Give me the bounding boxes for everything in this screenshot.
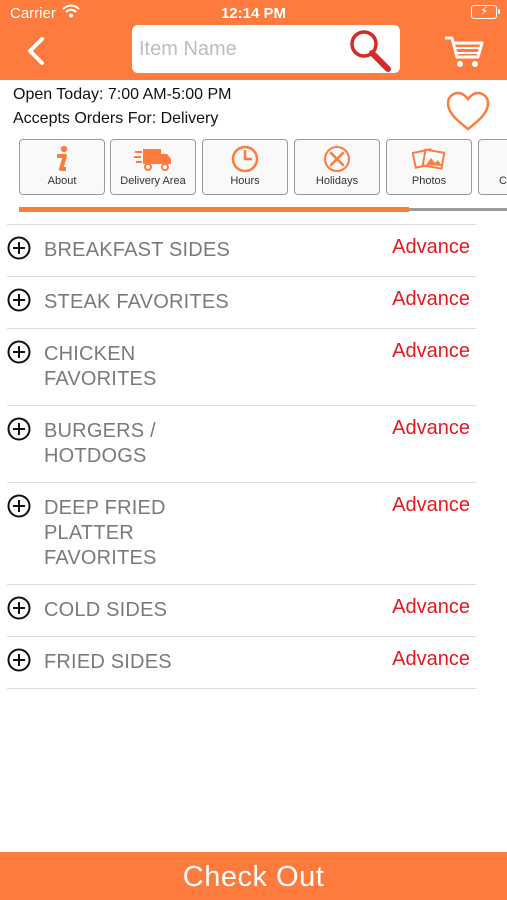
tab-label: Hours — [230, 175, 260, 187]
category-name: COLD SIDES — [44, 599, 168, 621]
list-item[interactable]: STEAK FAVORITES Advance — [7, 277, 476, 329]
expand-plus-icon[interactable] — [7, 288, 31, 312]
partial-tab-icon — [479, 145, 507, 173]
clock-icon — [231, 145, 259, 173]
favorite-heart-icon[interactable] — [445, 90, 491, 132]
advance-badge: Advance — [392, 417, 470, 439]
search-icon[interactable] — [344, 27, 394, 73]
clock-time: 12:14 PM — [220, 5, 287, 22]
tab-label: Photos — [411, 175, 447, 187]
cart-icon[interactable] — [444, 34, 484, 70]
checkout-button[interactable]: Check Out — [0, 852, 507, 900]
advance-badge: Advance — [392, 236, 470, 258]
list-item[interactable]: BREAKFAST SIDES Advance — [7, 225, 476, 277]
tab-delivery-area[interactable]: Delivery Area — [110, 139, 196, 195]
tab-holidays[interactable]: Holidays — [294, 139, 380, 195]
back-arrow-icon[interactable] — [22, 36, 52, 66]
tab-photos[interactable]: Photos — [386, 139, 472, 195]
order-types: Accepts Orders For: Delivery — [13, 110, 219, 127]
expand-plus-icon[interactable] — [7, 236, 31, 260]
info-icon — [57, 145, 68, 171]
delivery-truck-icon — [134, 149, 171, 171]
expand-plus-icon[interactable] — [7, 494, 31, 518]
store-info: Open Today: 7:00 AM-5:00 PM Accepts Orde… — [13, 83, 232, 131]
tab-label: Holidays — [315, 175, 359, 187]
search-box[interactable] — [132, 25, 400, 73]
category-name: FRIED SIDES — [44, 651, 172, 673]
info-tabs: About Delivery Area Hours Holidays Photo… — [19, 139, 507, 195]
category-name: BURGERS / HOTDOGS — [44, 420, 156, 467]
status-bar: Carrier 12:14 PM ⚡ — [0, 0, 507, 28]
list-item[interactable]: DEEP FRIED PLATTER FAVORITES Advance — [7, 483, 476, 585]
tab-about[interactable]: About — [19, 139, 105, 195]
tab-label: Delivery Area — [120, 175, 186, 187]
expand-plus-icon[interactable] — [7, 417, 31, 441]
list-item[interactable]: CHICKEN FAVORITES Advance — [7, 329, 476, 406]
menu-category-list: BREAKFAST SIDES Advance STEAK FAVORITES … — [7, 224, 476, 689]
category-name: DEEP FRIED PLATTER FAVORITES — [44, 497, 166, 569]
tab-label: C — [499, 175, 507, 187]
advance-badge: Advance — [392, 596, 470, 618]
expand-plus-icon[interactable] — [7, 596, 31, 620]
header-bar: Carrier 12:14 PM ⚡ — [0, 0, 507, 80]
advance-badge: Advance — [392, 288, 470, 310]
photos-icon — [412, 148, 446, 170]
tab-scroll-indicator — [19, 207, 409, 212]
expand-plus-icon[interactable] — [7, 340, 31, 364]
category-name: CHICKEN FAVORITES — [44, 343, 157, 390]
fork-knife-icon — [324, 146, 350, 172]
advance-badge: Advance — [392, 494, 470, 516]
list-item[interactable]: COLD SIDES Advance — [7, 585, 476, 637]
list-item[interactable]: BURGERS / HOTDOGS Advance — [7, 406, 476, 483]
tab-label: About — [47, 175, 77, 187]
tab-partial[interactable]: C — [478, 139, 507, 195]
expand-plus-icon[interactable] — [7, 648, 31, 672]
list-item[interactable]: FRIED SIDES Advance — [7, 637, 476, 689]
advance-badge: Advance — [392, 340, 470, 362]
store-hours: Open Today: 7:00 AM-5:00 PM — [13, 86, 232, 103]
category-name: STEAK FAVORITES — [44, 291, 229, 313]
tab-hours[interactable]: Hours — [202, 139, 288, 195]
battery-icon: ⚡ — [471, 4, 500, 19]
search-input[interactable] — [139, 35, 339, 63]
category-name: BREAKFAST SIDES — [44, 239, 231, 261]
advance-badge: Advance — [392, 648, 470, 670]
